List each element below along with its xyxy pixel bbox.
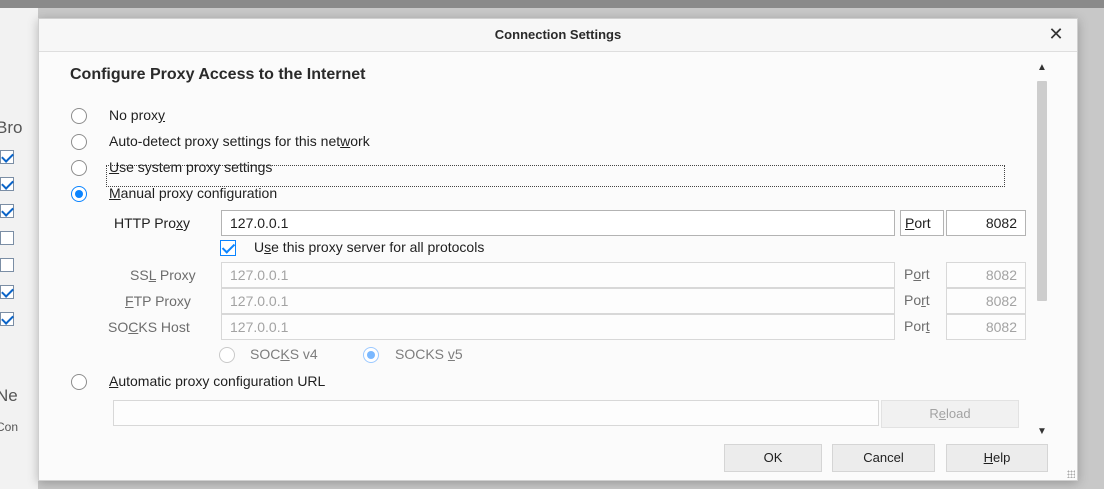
background-preferences-panel: Bro Ne Con <box>0 8 38 489</box>
ftp-port-input[interactable]: 8082 <box>946 288 1026 314</box>
socks-v4-radio[interactable] <box>219 347 235 363</box>
cancel-button[interactable]: Cancel <box>832 444 935 472</box>
manual-proxy-label[interactable]: Manual proxy configuration <box>109 185 277 201</box>
no-proxy-label[interactable]: No proxy <box>109 107 165 123</box>
ok-button[interactable]: OK <box>724 444 822 472</box>
chevron-up-icon[interactable]: ▲ <box>1035 61 1049 75</box>
auto-config-url-label[interactable]: Automatic proxy configuration URL <box>109 373 325 389</box>
socks-host-input[interactable]: 127.0.0.1 <box>221 314 895 340</box>
background-text-3: Con <box>0 420 19 434</box>
scrollbar-thumb[interactable] <box>1037 81 1047 301</box>
background-text-1: Bro <box>0 118 23 137</box>
http-port-input[interactable]: 8082 <box>946 210 1026 236</box>
background-checkbox <box>0 231 14 245</box>
auto-detect-radio[interactable] <box>71 134 87 150</box>
ssl-proxy-label: SSL Proxy <box>130 267 196 283</box>
use-all-protocols-label[interactable]: Use this proxy server for all protocols <box>254 239 484 255</box>
background-checkbox <box>0 177 14 191</box>
manual-proxy-radio[interactable] <box>71 186 87 202</box>
background-checkbox <box>0 150 14 164</box>
close-icon[interactable]: ✕ <box>1045 23 1067 45</box>
section-heading: Configure Proxy Access to the Internet <box>70 66 366 83</box>
socks-host-label: SOCKS Host <box>108 319 190 335</box>
ssl-port-input[interactable]: 8082 <box>946 262 1026 288</box>
background-checkbox <box>0 285 14 299</box>
socks-v5-radio[interactable] <box>363 347 379 363</box>
socks-port-input[interactable]: 8082 <box>946 314 1026 340</box>
use-all-protocols-checkbox[interactable] <box>220 240 236 256</box>
ftp-proxy-label: FTP Proxy <box>125 293 191 309</box>
dialog-title: Connection Settings <box>494 27 622 42</box>
vertical-scrollbar[interactable]: ▲ ▼ <box>1035 61 1049 439</box>
resize-grip-icon[interactable] <box>1067 470 1075 478</box>
socks-v4-label[interactable]: SOCKS v4 <box>250 346 318 362</box>
system-proxy-radio[interactable] <box>71 160 87 176</box>
ftp-port-label: Port <box>904 292 930 308</box>
chevron-down-icon[interactable]: ▼ <box>1035 425 1049 439</box>
connection-settings-dialog: Connection Settings ✕ Configure Proxy Ac… <box>38 18 1078 481</box>
auto-config-url-radio[interactable] <box>71 374 87 390</box>
auto-detect-label[interactable]: Auto-detect proxy settings for this netw… <box>109 133 370 149</box>
manual-proxy-focus-ring <box>106 165 1005 187</box>
ftp-proxy-input[interactable]: 127.0.0.1 <box>221 288 895 314</box>
background-checkbox <box>0 258 14 272</box>
socks-port-label: Port <box>904 318 930 334</box>
no-proxy-radio[interactable] <box>71 108 87 124</box>
background-text-2: Ne <box>0 386 18 405</box>
help-button[interactable]: Help <box>946 444 1048 472</box>
background-top-strip <box>0 0 1104 8</box>
http-port-label: Port <box>900 210 944 236</box>
reload-button[interactable]: Reload <box>881 400 1019 428</box>
socks-v5-label[interactable]: SOCKS v5 <box>395 346 463 362</box>
http-proxy-label: HTTP Proxy <box>114 215 190 231</box>
ssl-proxy-input[interactable]: 127.0.0.1 <box>221 262 895 288</box>
http-proxy-input[interactable]: 127.0.0.1 <box>221 210 895 236</box>
dialog-titlebar: Connection Settings ✕ <box>39 19 1077 52</box>
ssl-port-label: Port <box>904 266 930 282</box>
background-checkbox <box>0 312 14 326</box>
background-checkbox <box>0 204 14 218</box>
auto-config-url-input[interactable] <box>113 400 879 426</box>
